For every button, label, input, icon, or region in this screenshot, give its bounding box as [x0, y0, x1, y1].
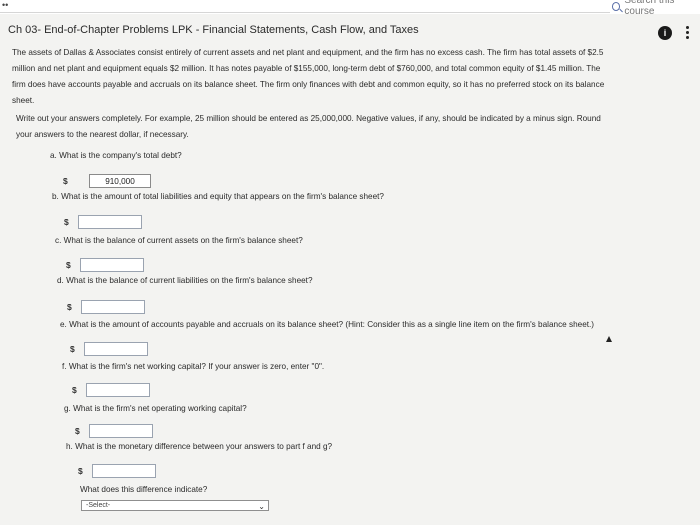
answer-a: $ 910,000	[63, 174, 151, 188]
dollar-sign: $	[64, 217, 69, 227]
question-f: f. What is the firm's net working capita…	[62, 362, 325, 371]
answer-f: $	[72, 383, 150, 397]
top-bar: •• Search this course	[0, 0, 700, 17]
dollar-sign: $	[78, 466, 83, 476]
search-placeholder: Search this course	[624, 0, 675, 17]
question-c: c. What is the balance of current assets…	[55, 236, 303, 245]
answer-d-input[interactable]	[81, 300, 145, 314]
difference-prompt: What does this difference indicate?	[80, 485, 208, 494]
answer-c: $	[66, 258, 144, 272]
difference-select[interactable]: -Select- ⌄	[81, 500, 269, 511]
answer-e: $	[70, 342, 148, 356]
dollar-sign: $	[72, 385, 77, 395]
dollar-sign: $	[70, 344, 75, 354]
question-e: e. What is the amount of accounts payabl…	[60, 320, 595, 329]
instruction-line: your answers to the nearest dollar, if n…	[16, 130, 189, 139]
dollar-sign: $	[66, 260, 71, 270]
question-b: b. What is the amount of total liabiliti…	[52, 192, 384, 201]
intro-line: firm does have accounts payable and accr…	[12, 80, 605, 89]
answer-a-input[interactable]: 910,000	[89, 174, 151, 188]
question-d: d. What is the balance of current liabil…	[57, 276, 313, 285]
question-a: a. What is the company's total debt?	[50, 151, 182, 160]
problem-intro: The assets of Dallas & Associates consis…	[12, 45, 696, 109]
question-g: g. What is the firm's net operating work…	[64, 404, 247, 413]
cursor-icon	[606, 336, 612, 342]
dollar-sign: $	[75, 426, 80, 436]
page-title: Ch 03- End-of-Chapter Problems LPK - Fin…	[8, 24, 419, 36]
answer-f-input[interactable]	[86, 383, 150, 397]
select-value: -Select-	[86, 502, 111, 509]
info-icon[interactable]: i	[658, 26, 672, 40]
instruction-line: Write out your answers completely. For e…	[16, 114, 601, 123]
answer-b: $	[64, 215, 142, 229]
chevron-down-icon: ⌄	[258, 502, 265, 511]
answer-g-input[interactable]	[89, 424, 153, 438]
question-h: h. What is the monetary difference betwe…	[66, 442, 333, 451]
top-divider	[0, 12, 610, 13]
intro-line: million and net plant and equipment equa…	[12, 64, 601, 73]
answer-d: $	[67, 300, 145, 314]
dollar-sign: $	[67, 302, 72, 312]
answer-b-input[interactable]	[78, 215, 142, 229]
answer-h: $	[78, 464, 156, 478]
instructions: Write out your answers completely. For e…	[16, 111, 696, 143]
answer-c-input[interactable]	[80, 258, 144, 272]
answer-e-input[interactable]	[84, 342, 148, 356]
more-options-icon[interactable]	[686, 26, 690, 40]
back-icon[interactable]: ••	[2, 0, 8, 10]
answer-g: $	[75, 424, 153, 438]
dollar-sign: $	[63, 176, 68, 186]
answer-h-input[interactable]	[92, 464, 156, 478]
intro-line: sheet.	[12, 96, 35, 105]
search-box[interactable]: Search this course	[612, 0, 700, 17]
intro-line: The assets of Dallas & Associates consis…	[12, 48, 604, 57]
search-icon	[612, 1, 621, 11]
